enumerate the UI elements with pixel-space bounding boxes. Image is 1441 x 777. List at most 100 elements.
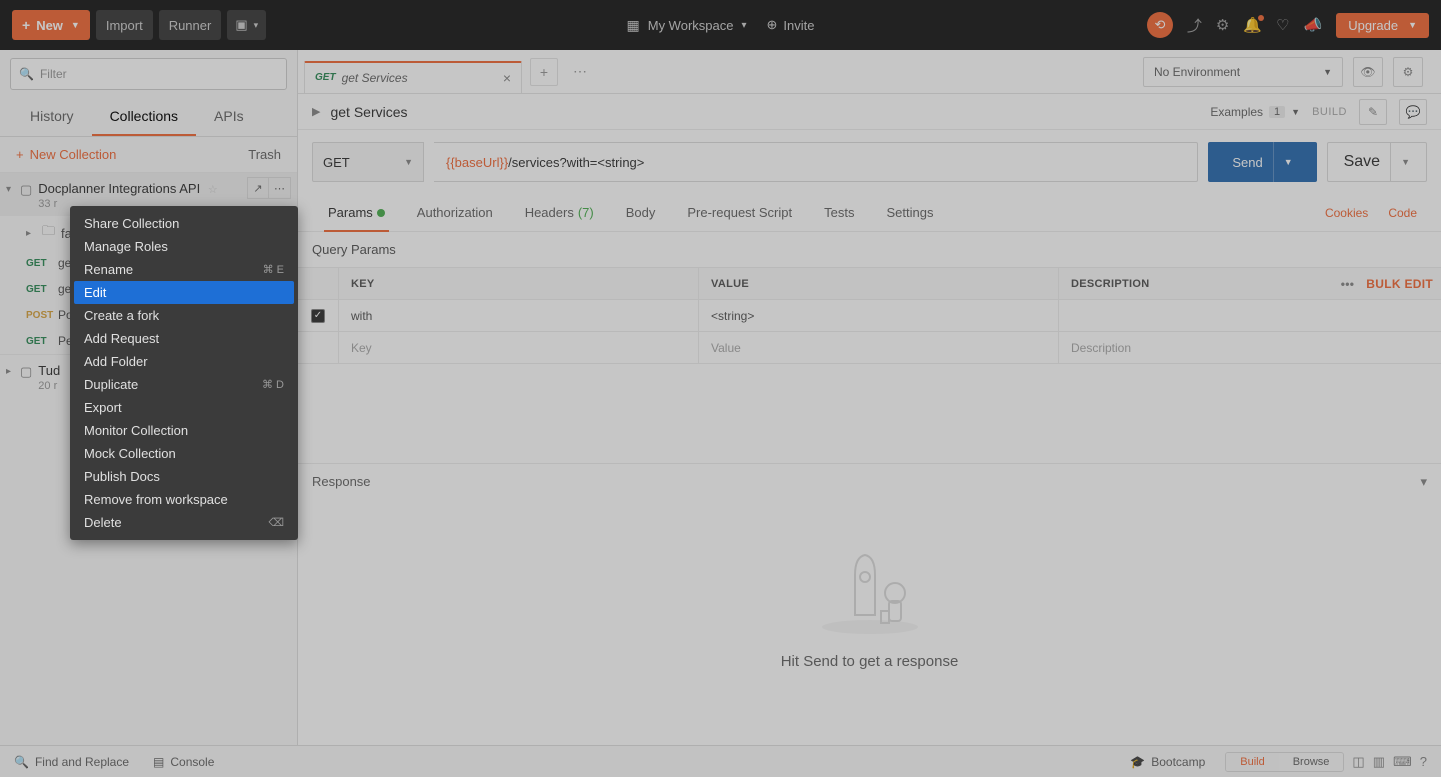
code-link[interactable]: Code	[1378, 206, 1427, 220]
capture-icon[interactable]: ⤴	[1187, 15, 1202, 36]
ctx-remove-workspace[interactable]: Remove from workspace	[74, 488, 294, 511]
tab-prerequest[interactable]: Pre-request Script	[671, 194, 808, 231]
heart-icon[interactable]: ♡	[1276, 16, 1289, 34]
announce-icon[interactable]: 📣	[1304, 16, 1323, 34]
env-settings-button[interactable]: ⚙	[1393, 57, 1423, 87]
tab-settings[interactable]: Settings	[870, 194, 949, 231]
console-icon: ▤	[153, 755, 164, 769]
backspace-icon: ⌫	[268, 516, 284, 529]
add-tab-button[interactable]: +	[530, 58, 558, 86]
build-browse-toggle[interactable]: Build Browse	[1225, 752, 1344, 772]
chevron-down-icon[interactable]: ▾	[1420, 474, 1427, 490]
person-add-icon: ⊕	[767, 17, 778, 33]
layout-icon[interactable]: ▥	[1373, 754, 1385, 770]
cookies-link[interactable]: Cookies	[1315, 206, 1378, 220]
sync-icon[interactable]: ⟲	[1147, 12, 1173, 38]
ctx-mock-collection[interactable]: Mock Collection	[74, 442, 294, 465]
method-badge: GET	[26, 258, 58, 269]
tab-method: GET	[315, 72, 336, 83]
chevron-down-icon: ▼	[404, 157, 413, 167]
tab-tests[interactable]: Tests	[808, 194, 870, 231]
tab-history[interactable]: History	[12, 98, 92, 136]
col-value: Value	[698, 268, 1058, 299]
method-selector[interactable]: GET ▼	[312, 142, 424, 182]
settings-icon[interactable]: ⚙	[1216, 16, 1229, 34]
ctx-add-request[interactable]: Add Request	[74, 327, 294, 350]
tab-authorization[interactable]: Authorization	[401, 194, 509, 231]
param-value-input[interactable]: <string>	[698, 300, 1058, 331]
chevron-right-icon: ▸	[26, 228, 36, 239]
new-button[interactable]: + New ▼	[12, 10, 90, 40]
keyboard-icon[interactable]: ⌨	[1393, 754, 1412, 770]
trash-link[interactable]: Trash	[248, 147, 281, 162]
new-label: New	[36, 18, 63, 33]
collection-more-icon[interactable]: ⋯	[269, 177, 291, 199]
param-value-input[interactable]: Value	[698, 332, 1058, 363]
chevron-down-icon[interactable]: ▼	[1401, 157, 1410, 167]
send-button[interactable]: Send ▼	[1208, 142, 1316, 182]
new-collection-link[interactable]: + New Collection	[16, 147, 116, 162]
env-quicklook-button[interactable]: 👁	[1353, 57, 1383, 87]
ctx-publish-docs[interactable]: Publish Docs	[74, 465, 294, 488]
param-key-input[interactable]: Key	[338, 332, 698, 363]
comment-icon[interactable]: 💬	[1399, 99, 1427, 125]
tab-more-button[interactable]: ⋯	[566, 58, 594, 86]
tab-headers[interactable]: Headers (7)	[509, 194, 610, 231]
ctx-edit[interactable]: Edit	[74, 281, 294, 304]
help-icon[interactable]: ?	[1420, 754, 1427, 769]
invite-button[interactable]: ⊕ Invite	[767, 17, 815, 33]
star-icon[interactable]: ☆	[208, 184, 218, 196]
param-desc-input[interactable]: Description	[1058, 332, 1441, 363]
save-button[interactable]: Save ▼	[1327, 142, 1427, 182]
method-badge: POST	[26, 310, 58, 321]
tab-apis[interactable]: APIs	[196, 98, 262, 136]
param-desc-input[interactable]	[1058, 300, 1441, 331]
examples-dropdown[interactable]: Examples 1 ▼	[1210, 105, 1300, 119]
ctx-rename[interactable]: Rename⌘ E	[74, 258, 294, 281]
param-key-input[interactable]: with	[338, 300, 698, 331]
grid-icon: ▦	[627, 17, 640, 34]
chevron-down-icon: ▼	[1323, 67, 1332, 77]
toggle-browse[interactable]: Browse	[1279, 753, 1344, 771]
open-new-button[interactable]: ▣ ▾	[227, 10, 266, 40]
two-pane-icon[interactable]: ◫	[1352, 754, 1364, 770]
ctx-export[interactable]: Export	[74, 396, 294, 419]
toggle-build[interactable]: Build	[1226, 753, 1278, 771]
edit-icon[interactable]: ✎	[1359, 99, 1387, 125]
console-button[interactable]: ▤ Console	[153, 755, 214, 769]
tab-collections[interactable]: Collections	[92, 98, 196, 136]
ctx-share-collection[interactable]: Share Collection	[74, 212, 294, 235]
runner-button[interactable]: Runner	[159, 10, 222, 40]
filter-input[interactable]: 🔍 Filter	[10, 58, 287, 90]
chevron-down-icon[interactable]: ▼	[1284, 157, 1293, 167]
tab-params[interactable]: Params	[312, 194, 401, 231]
chevron-down-icon: ▼	[71, 20, 80, 30]
folder-icon: 🗀	[42, 222, 55, 244]
notifications-icon[interactable]: 🔔	[1243, 16, 1262, 34]
bulk-edit-link[interactable]: Bulk Edit	[1366, 277, 1433, 291]
find-replace-button[interactable]: 🔍 Find and Replace	[14, 755, 129, 769]
upgrade-button[interactable]: Upgrade ▼	[1336, 13, 1429, 38]
bootcamp-button[interactable]: 🎓 Bootcamp	[1130, 755, 1205, 769]
workspace-selector[interactable]: ▦ My Workspace ▾	[627, 17, 747, 34]
build-label: BUILD	[1312, 106, 1347, 118]
url-input[interactable]: {{baseUrl}}/services?with=<string>	[434, 142, 1198, 182]
more-icon[interactable]: •••	[1341, 277, 1355, 291]
ctx-duplicate[interactable]: Duplicate⌘ D	[74, 373, 294, 396]
ctx-delete[interactable]: Delete⌫	[74, 511, 294, 534]
ctx-create-fork[interactable]: Create a fork	[74, 304, 294, 327]
checkbox[interactable]: ✓	[311, 309, 325, 323]
collection-share-icon[interactable]: ↗	[247, 177, 269, 199]
ctx-add-folder[interactable]: Add Folder	[74, 350, 294, 373]
tab-body[interactable]: Body	[610, 194, 672, 231]
ctx-manage-roles[interactable]: Manage Roles	[74, 235, 294, 258]
import-button[interactable]: Import	[96, 10, 153, 40]
close-icon[interactable]: ×	[503, 70, 511, 86]
ctx-monitor-collection[interactable]: Monitor Collection	[74, 419, 294, 442]
request-tab[interactable]: GET get Services ×	[304, 61, 522, 93]
response-label: Response	[312, 474, 371, 489]
chevron-right-icon[interactable]: ▶	[312, 105, 320, 118]
rocket-illustration	[815, 545, 925, 635]
query-params-title: Query Params	[298, 232, 1441, 267]
environment-selector[interactable]: No Environment ▼	[1143, 57, 1343, 87]
